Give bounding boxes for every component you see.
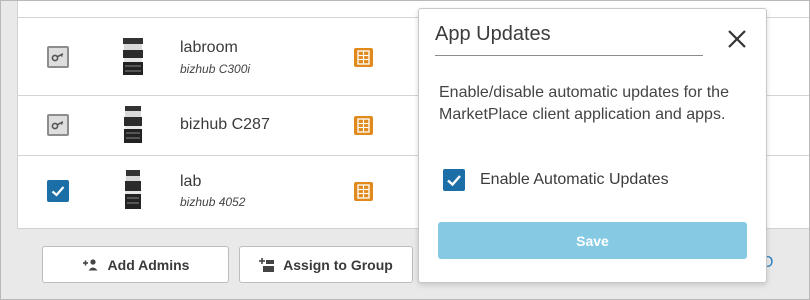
close-icon	[728, 30, 746, 48]
device-name: bizhub C287	[180, 116, 270, 133]
app-frame: labroom bizhub C300i bizhub C287 lab biz…	[0, 0, 810, 300]
key-icon	[51, 53, 64, 62]
row-checkbox-checked[interactable]	[47, 180, 69, 202]
device-model: bizhub 4052	[180, 195, 246, 209]
add-admins-button[interactable]: Add Admins	[42, 246, 229, 283]
dialog-title: App Updates	[435, 23, 551, 45]
close-button[interactable]	[725, 27, 749, 51]
enable-automatic-updates-label[interactable]: Enable Automatic Updates	[480, 171, 669, 189]
row-checkbox-disabled	[47, 46, 69, 68]
check-icon	[51, 186, 65, 197]
title-divider	[435, 55, 703, 56]
enable-automatic-updates-checkbox[interactable]	[443, 169, 465, 191]
device-model: bizhub C300i	[180, 62, 251, 76]
device-name: labroom	[180, 39, 238, 56]
device-name: lab	[180, 173, 202, 190]
app-grid-icon	[354, 48, 373, 67]
app-grid-icon	[354, 116, 373, 135]
app-grid-icon	[354, 182, 373, 201]
add-user-icon	[82, 258, 98, 270]
printer-icon	[122, 106, 144, 144]
add-to-group-icon	[259, 257, 275, 272]
printer-icon	[122, 38, 144, 76]
printer-icon	[122, 170, 144, 210]
assign-to-group-button[interactable]: Assign to Group	[239, 246, 413, 283]
dialog-description: Enable/disable automatic updates for the…	[439, 84, 729, 123]
row-checkbox-disabled	[47, 114, 69, 136]
key-icon	[51, 121, 64, 130]
assign-to-group-label: Assign to Group	[283, 256, 393, 273]
app-updates-dialog: App Updates Enable/disable automatic upd…	[418, 8, 767, 283]
add-admins-label: Add Admins	[107, 256, 190, 273]
check-icon	[447, 175, 461, 187]
save-button[interactable]: Save	[438, 222, 747, 259]
